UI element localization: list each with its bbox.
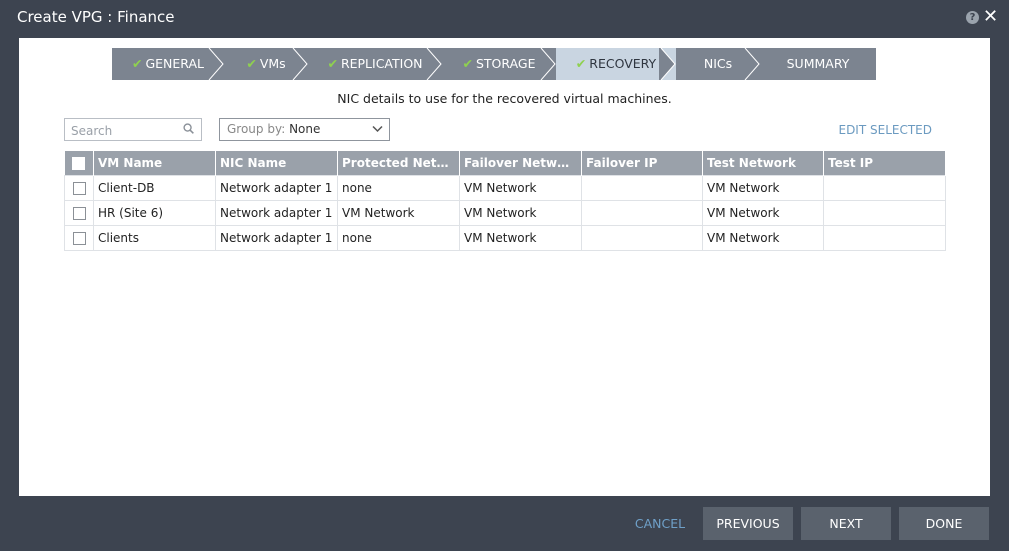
step-recovery[interactable]: ✔ RECOVERY bbox=[556, 48, 676, 80]
step-chevron-icon bbox=[208, 48, 224, 80]
group-by-label: Group by: bbox=[227, 122, 286, 136]
cancel-button[interactable]: CANCEL bbox=[627, 507, 693, 540]
table-header: VM Name NIC Name Protected Netw… Failove… bbox=[64, 151, 946, 176]
step-summary[interactable]: SUMMARY bbox=[760, 48, 876, 80]
check-icon: ✔ bbox=[575, 56, 587, 71]
cell-failover-ip bbox=[581, 175, 703, 201]
search-box[interactable] bbox=[64, 118, 202, 141]
cell-protected-network: none bbox=[337, 225, 460, 251]
table-row[interactable]: Client-DB Network adapter 1 none VM Netw… bbox=[64, 175, 946, 201]
step-general[interactable]: ✔ GENERAL bbox=[112, 48, 224, 80]
table-row[interactable]: HR (Site 6) Network adapter 1 VM Network… bbox=[64, 200, 946, 226]
table-row[interactable]: Clients Network adapter 1 none VM Networ… bbox=[64, 225, 946, 251]
title-bar: Create VPG : Finance ? ✕ bbox=[0, 0, 1009, 38]
step-chevron-icon bbox=[292, 48, 308, 80]
step-label: SUMMARY bbox=[786, 56, 850, 71]
done-button[interactable]: DONE bbox=[899, 507, 989, 540]
search-input[interactable] bbox=[69, 120, 177, 141]
cell-failover-ip bbox=[581, 225, 703, 251]
column-header[interactable]: Failover IP bbox=[581, 151, 703, 176]
cell-test-network: VM Network bbox=[702, 225, 824, 251]
cell-protected-network: VM Network bbox=[337, 200, 460, 226]
step-replication[interactable]: ✔ REPLICATION bbox=[308, 48, 442, 80]
cell-nic-name: Network adapter 1 bbox=[215, 200, 338, 226]
step-storage[interactable]: ✔ STORAGE bbox=[442, 48, 556, 80]
cell-test-ip bbox=[823, 175, 946, 201]
cell-nic-name: Network adapter 1 bbox=[215, 175, 338, 201]
step-chevron-icon bbox=[426, 48, 442, 80]
help-icon[interactable]: ? bbox=[966, 11, 979, 24]
search-icon[interactable] bbox=[183, 123, 194, 134]
step-label: REPLICATION bbox=[340, 56, 423, 71]
step-chevron-icon bbox=[540, 48, 556, 80]
column-header[interactable]: NIC Name bbox=[215, 151, 338, 176]
row-checkbox[interactable] bbox=[64, 175, 94, 201]
group-by-select[interactable]: Group by: None bbox=[219, 118, 390, 141]
row-checkbox[interactable] bbox=[64, 225, 94, 251]
check-icon: ✔ bbox=[327, 56, 338, 71]
edit-selected-link[interactable]: EDIT SELECTED bbox=[830, 123, 932, 137]
column-header[interactable]: Test Network bbox=[702, 151, 824, 176]
step-label: STORAGE bbox=[475, 56, 536, 71]
step-chevron-icon bbox=[659, 48, 676, 80]
cell-vm-name: HR (Site 6) bbox=[93, 200, 216, 226]
step-label: VMs bbox=[259, 56, 286, 71]
cell-test-network: VM Network bbox=[702, 175, 824, 201]
cell-test-ip bbox=[823, 225, 946, 251]
cell-protected-network: none bbox=[337, 175, 460, 201]
cell-failover-network: VM Network bbox=[459, 225, 582, 251]
window-title: Create VPG : Finance bbox=[17, 8, 175, 26]
cell-test-ip bbox=[823, 200, 946, 226]
column-header[interactable]: Failover Network bbox=[459, 151, 582, 176]
page-subtitle: NIC details to use for the recovered vir… bbox=[337, 91, 672, 106]
step-chevron-icon bbox=[744, 48, 760, 80]
column-header[interactable]: Protected Netw… bbox=[337, 151, 460, 176]
select-all-checkbox[interactable] bbox=[64, 151, 94, 176]
cell-test-network: VM Network bbox=[702, 200, 824, 226]
group-by-value: None bbox=[289, 122, 321, 136]
cell-nic-name: Network adapter 1 bbox=[215, 225, 338, 251]
check-icon: ✔ bbox=[246, 56, 257, 71]
previous-button[interactable]: PREVIOUS bbox=[703, 507, 793, 540]
cell-vm-name: Clients bbox=[93, 225, 216, 251]
chevron-down-icon bbox=[372, 125, 383, 133]
column-header[interactable]: VM Name bbox=[93, 151, 216, 176]
cell-failover-ip bbox=[581, 200, 703, 226]
step-label: RECOVERY bbox=[589, 56, 657, 71]
row-checkbox[interactable] bbox=[64, 200, 94, 226]
check-icon: ✔ bbox=[462, 56, 473, 71]
step-label: GENERAL bbox=[145, 56, 204, 71]
step-vms[interactable]: ✔ VMs bbox=[224, 48, 308, 80]
step-label: NICs bbox=[703, 56, 733, 71]
step-nics[interactable]: NICs bbox=[676, 48, 760, 80]
check-icon: ✔ bbox=[131, 56, 143, 71]
cell-failover-network: VM Network bbox=[459, 200, 582, 226]
close-icon[interactable]: ✕ bbox=[983, 7, 998, 27]
wizard-steps: ✔ GENERAL ✔ VMs ✔ REPLICATION ✔ STORAGE ✔ REC… bbox=[112, 48, 876, 80]
next-button[interactable]: NEXT bbox=[801, 507, 891, 540]
cell-vm-name: Client-DB bbox=[93, 175, 216, 201]
cell-failover-network: VM Network bbox=[459, 175, 582, 201]
nic-table: VM Name NIC Name Protected Netw… Failove… bbox=[64, 151, 946, 251]
column-header[interactable]: Test IP bbox=[823, 151, 946, 176]
dialog-panel bbox=[19, 38, 990, 496]
